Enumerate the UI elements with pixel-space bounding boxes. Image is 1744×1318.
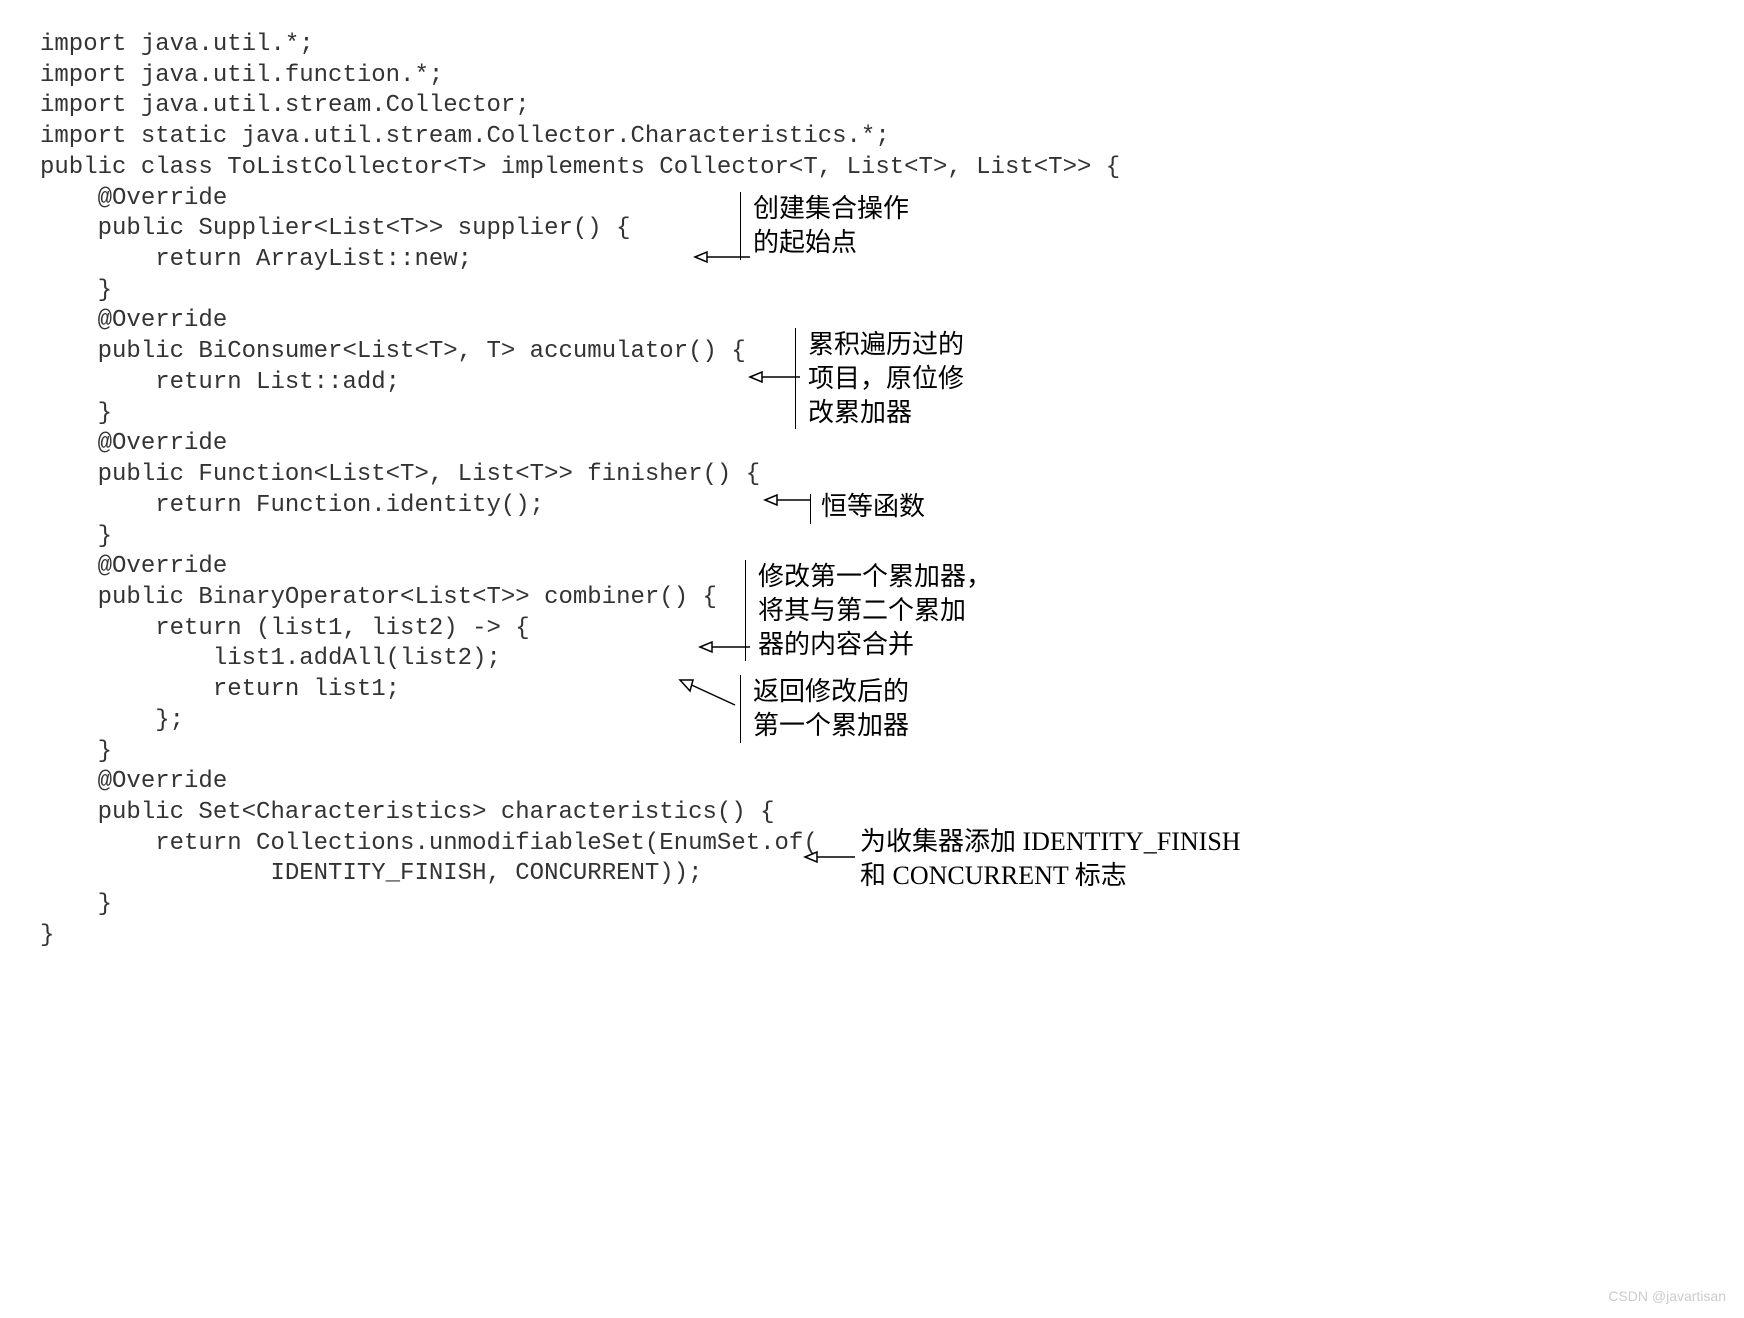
arrow-left-icon xyxy=(765,493,815,524)
annotation-text: 恒等函数 xyxy=(821,492,925,521)
annotation-text: 和 CONCURRENT 标志 xyxy=(860,859,1241,893)
annotation-text: 累积遍历过的 xyxy=(808,328,964,362)
code-line: } xyxy=(40,522,1704,553)
annotation-combiner-merge: 修改第一个累加器， 将其与第二个累加 器的内容合并 xyxy=(745,560,992,661)
code-line: public class ToListCollector<T> implemen… xyxy=(40,153,1704,184)
code-line: } xyxy=(40,890,1704,921)
annotation-supplier: 创建集合操作 的起始点 xyxy=(740,192,909,260)
annotation-accumulator: 累积遍历过的 项目，原位修 改累加器 xyxy=(795,328,964,429)
annotation-text: 返回修改后的 xyxy=(753,675,909,709)
code-line: @Override xyxy=(40,429,1704,460)
annotation-text: 创建集合操作 xyxy=(753,192,909,226)
code-line: import java.util.stream.Collector; xyxy=(40,91,1704,122)
annotation-combiner-return: 返回修改后的 第一个累加器 xyxy=(740,675,909,743)
annotation-characteristics: 为收集器添加 IDENTITY_FINISH 和 CONCURRENT 标志 xyxy=(860,825,1241,893)
code-line: } xyxy=(40,276,1704,307)
annotation-text: 为收集器添加 IDENTITY_FINISH xyxy=(860,825,1241,859)
code-line: import java.util.function.*; xyxy=(40,61,1704,92)
code-line: @Override xyxy=(40,767,1704,798)
code-line: } xyxy=(40,921,1704,952)
annotation-text: 的起始点 xyxy=(753,226,909,260)
code-line: public Function<List<T>, List<T>> finish… xyxy=(40,460,1704,491)
arrow-left-icon xyxy=(805,850,860,881)
annotation-text: 第一个累加器 xyxy=(753,709,909,743)
annotation-finisher: 恒等函数 xyxy=(810,490,925,524)
watermark-text: CSDN @javartisan xyxy=(1608,1288,1726,1306)
annotation-text: 器的内容合并 xyxy=(758,628,992,662)
annotation-text: 改累加器 xyxy=(808,396,964,430)
code-line: import java.util.*; xyxy=(40,30,1704,61)
arrow-left-icon xyxy=(680,675,735,706)
annotation-text: 修改第一个累加器， xyxy=(758,560,992,594)
annotation-text: 项目，原位修 xyxy=(808,362,964,396)
code-line: import static java.util.stream.Collector… xyxy=(40,122,1704,153)
annotation-text: 将其与第二个累加 xyxy=(758,594,992,628)
